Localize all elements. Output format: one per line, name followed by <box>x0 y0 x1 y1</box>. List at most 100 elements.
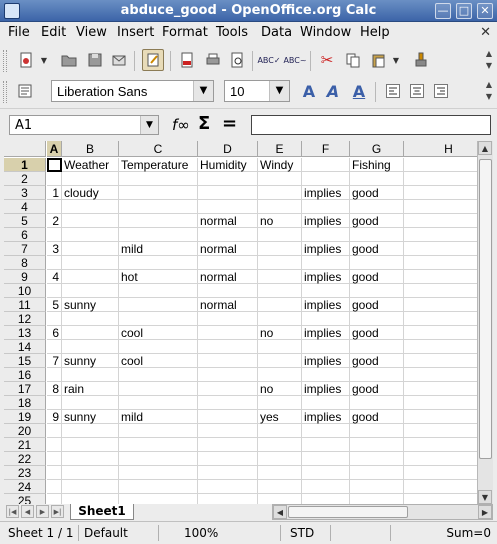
next-sheet-icon[interactable]: ▶ <box>36 505 49 518</box>
menu-window[interactable]: Window <box>300 25 351 40</box>
cell-b9[interactable] <box>62 270 119 284</box>
row-header-13[interactable]: 13 <box>4 326 46 340</box>
row-header-15[interactable]: 15 <box>4 354 46 368</box>
cell-f21[interactable] <box>302 438 350 452</box>
cell-h18[interactable] <box>404 396 477 410</box>
cell-e1[interactable]: Windy <box>258 158 302 172</box>
row-header-2[interactable]: 2 <box>4 172 46 186</box>
cell-c21[interactable] <box>119 438 198 452</box>
cell-b11[interactable]: sunny <box>62 298 119 312</box>
vertical-scrollbar[interactable]: ▲ ▼ <box>477 141 493 504</box>
cell-f16[interactable] <box>302 368 350 382</box>
cell-b8[interactable] <box>62 256 119 270</box>
toolbar-overflow-icon[interactable]: ▲ ▼ <box>484 79 494 105</box>
paste-dropdown-icon[interactable]: ▼ <box>390 49 402 71</box>
cell-e19[interactable]: yes <box>258 410 302 424</box>
print-icon[interactable] <box>202 49 224 71</box>
cell-h19[interactable] <box>404 410 477 424</box>
zoom-level[interactable]: 100% <box>184 526 218 540</box>
cell-b15[interactable]: sunny <box>62 354 119 368</box>
cell-h7[interactable] <box>404 242 477 256</box>
cell-a15[interactable]: 7 <box>47 354 62 368</box>
edit-file-icon[interactable] <box>142 49 164 71</box>
cell-a22[interactable] <box>47 452 62 466</box>
cell-g6[interactable] <box>350 228 404 242</box>
cell-c20[interactable] <box>119 424 198 438</box>
cell-d9[interactable]: normal <box>198 270 258 284</box>
cell-d11[interactable]: normal <box>198 298 258 312</box>
row-header-16[interactable]: 16 <box>4 368 46 382</box>
menu-tools[interactable]: Tools <box>216 25 248 40</box>
cell-d23[interactable] <box>198 466 258 480</box>
cell-h5[interactable] <box>404 214 477 228</box>
cell-a19[interactable]: 9 <box>47 410 62 424</box>
cell-b5[interactable] <box>62 214 119 228</box>
cell-e17[interactable]: no <box>258 382 302 396</box>
cell-c1[interactable]: Temperature <box>119 158 198 172</box>
selection-mode[interactable]: STD <box>290 526 314 540</box>
cell-h13[interactable] <box>404 326 477 340</box>
cell-g5[interactable]: good <box>350 214 404 228</box>
vertical-scroll-thumb[interactable] <box>479 159 492 459</box>
cell-c23[interactable] <box>119 466 198 480</box>
menu-insert[interactable]: Insert <box>117 25 154 40</box>
new-dropdown-icon[interactable]: ▼ <box>38 49 50 71</box>
row-header-22[interactable]: 22 <box>4 452 46 466</box>
cell-g18[interactable] <box>350 396 404 410</box>
cell-a6[interactable] <box>47 228 62 242</box>
cell-b25[interactable] <box>62 494 119 504</box>
cell-a24[interactable] <box>47 480 62 494</box>
sheet-tab[interactable]: Sheet1 <box>70 504 134 520</box>
cell-c11[interactable] <box>119 298 198 312</box>
cell-f24[interactable] <box>302 480 350 494</box>
cell-f15[interactable]: implies <box>302 354 350 368</box>
cell-f13[interactable]: implies <box>302 326 350 340</box>
cell-f23[interactable] <box>302 466 350 480</box>
row-header-23[interactable]: 23 <box>4 466 46 480</box>
cell-d13[interactable] <box>198 326 258 340</box>
cell-d16[interactable] <box>198 368 258 382</box>
cell-f7[interactable]: implies <box>302 242 350 256</box>
sum-icon[interactable]: Σ <box>198 113 210 134</box>
cell-b24[interactable] <box>62 480 119 494</box>
cell-c4[interactable] <box>119 200 198 214</box>
cell-a7[interactable]: 3 <box>47 242 62 256</box>
cell-b13[interactable] <box>62 326 119 340</box>
cell-a8[interactable] <box>47 256 62 270</box>
cell-e16[interactable] <box>258 368 302 382</box>
cell-a21[interactable] <box>47 438 62 452</box>
cell-h4[interactable] <box>404 200 477 214</box>
cell-c7[interactable]: mild <box>119 242 198 256</box>
new-document-icon[interactable] <box>15 49 37 71</box>
cell-b2[interactable] <box>62 172 119 186</box>
page-preview-icon[interactable] <box>226 49 248 71</box>
cell-h15[interactable] <box>404 354 477 368</box>
cell-g7[interactable]: good <box>350 242 404 256</box>
cell-h20[interactable] <box>404 424 477 438</box>
cell-a25[interactable] <box>47 494 62 504</box>
cell-c24[interactable] <box>119 480 198 494</box>
align-left-icon[interactable] <box>382 80 404 102</box>
prev-sheet-icon[interactable]: ◀ <box>21 505 34 518</box>
align-right-icon[interactable] <box>430 80 452 102</box>
cell-e9[interactable] <box>258 270 302 284</box>
row-header-25[interactable]: 25 <box>4 494 46 504</box>
cell-h16[interactable] <box>404 368 477 382</box>
cell-g13[interactable]: good <box>350 326 404 340</box>
cell-g4[interactable] <box>350 200 404 214</box>
row-header-4[interactable]: 4 <box>4 200 46 214</box>
cell-g3[interactable]: good <box>350 186 404 200</box>
cell-d7[interactable]: normal <box>198 242 258 256</box>
cell-e14[interactable] <box>258 340 302 354</box>
cell-c6[interactable] <box>119 228 198 242</box>
cell-a16[interactable] <box>47 368 62 382</box>
maximize-button[interactable]: □ <box>456 3 472 19</box>
cell-b3[interactable]: cloudy <box>62 186 119 200</box>
cell-d24[interactable] <box>198 480 258 494</box>
row-header-18[interactable]: 18 <box>4 396 46 410</box>
row-header-24[interactable]: 24 <box>4 480 46 494</box>
cell-e15[interactable] <box>258 354 302 368</box>
cell-a12[interactable] <box>47 312 62 326</box>
horizontal-scroll-thumb[interactable] <box>288 506 408 518</box>
cell-d10[interactable] <box>198 284 258 298</box>
